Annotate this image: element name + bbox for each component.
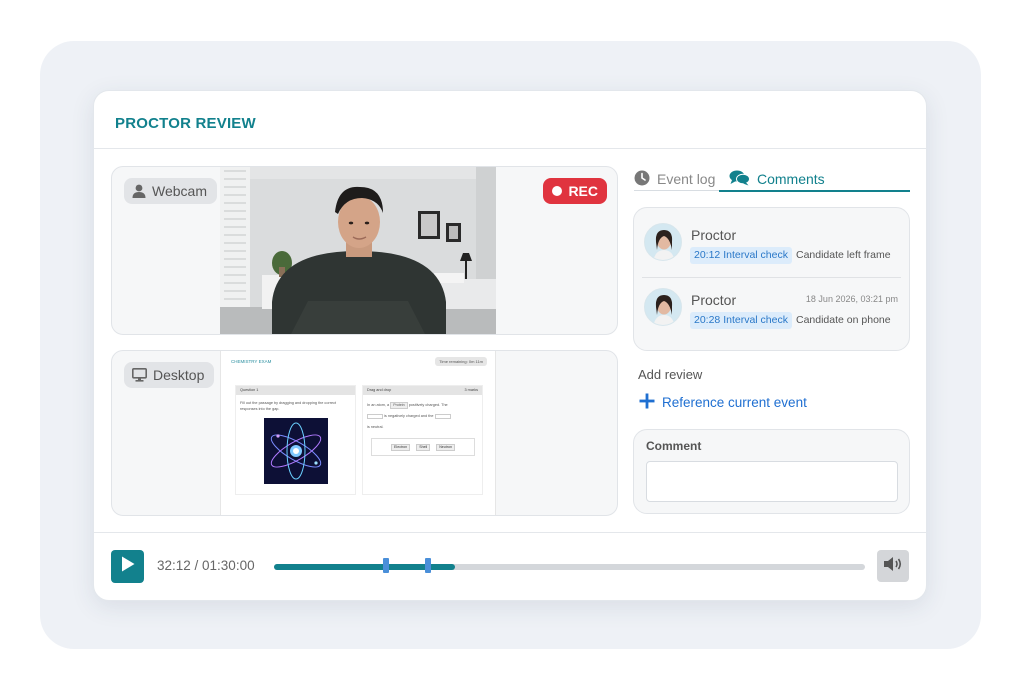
plus-icon bbox=[639, 393, 655, 412]
event-reference-tag[interactable]: 20:28 Interval check bbox=[690, 312, 792, 329]
exam-title: CHEMISTRY EXAM bbox=[231, 359, 272, 364]
webcam-frame-image bbox=[220, 167, 496, 334]
volume-icon bbox=[883, 556, 903, 577]
comment-divider bbox=[642, 277, 901, 278]
passage-part-4: is neutral. bbox=[367, 425, 384, 429]
event-reference-tag[interactable]: 20:12 Interval check bbox=[690, 247, 792, 264]
avatar bbox=[644, 288, 682, 326]
side-tabs: Event log Comments bbox=[634, 167, 910, 192]
desktop-label: Desktop bbox=[153, 367, 205, 383]
timeline-event-marker[interactable] bbox=[424, 558, 431, 573]
tab-comments[interactable]: Comments bbox=[719, 167, 910, 192]
passage-chip[interactable]: Protein bbox=[390, 402, 408, 409]
question-pane: Question 1 Fill out the passage by dragg… bbox=[235, 385, 356, 495]
page-title: PROCTOR REVIEW bbox=[115, 115, 256, 132]
recording-badge: REC bbox=[543, 178, 607, 204]
blank-slot-1[interactable] bbox=[367, 413, 383, 419]
reference-current-event-label: Reference current event bbox=[662, 394, 807, 410]
bank-chip-neutron[interactable]: Neutron bbox=[436, 443, 455, 451]
drag-drop-marks: 3 marks bbox=[464, 388, 478, 392]
desktop-label-pill: Desktop bbox=[124, 362, 215, 388]
exam-timer: Time remaining: 0m 11m bbox=[435, 357, 487, 366]
playback-time: 32:12 / 01:30:00 bbox=[157, 558, 255, 573]
bank-chip-shell[interactable]: Shell bbox=[416, 443, 431, 451]
comment-author: Proctor bbox=[691, 227, 737, 243]
user-icon bbox=[132, 184, 146, 198]
play-icon bbox=[121, 556, 135, 577]
comment-field-label: Comment bbox=[646, 439, 702, 453]
drag-drop-title: Drag and drop bbox=[367, 388, 392, 392]
comment-item[interactable]: Proctor 18 Jun 2026, 03:21 pm 20:28 Inte… bbox=[644, 287, 900, 337]
comments-list: Proctor 20:12 Interval check Candidate l… bbox=[633, 207, 910, 351]
monitor-icon bbox=[132, 368, 147, 382]
comment-text: Candidate on phone bbox=[796, 314, 891, 326]
proctor-review-card: PROCTOR REVIEW Webcam REC CHEMISTRY EXAM… bbox=[93, 90, 927, 601]
bank-chip-electron[interactable]: Electron bbox=[391, 443, 411, 451]
tab-comments-label: Comments bbox=[757, 171, 825, 187]
tab-event-log[interactable]: Event log bbox=[634, 167, 715, 191]
comment-date: 18 Jun 2026, 03:21 pm bbox=[805, 294, 898, 304]
tab-event-log-label: Event log bbox=[657, 171, 716, 187]
comment-item[interactable]: Proctor 20:12 Interval check Candidate l… bbox=[644, 222, 900, 272]
volume-button[interactable] bbox=[877, 550, 909, 582]
passage-part-2: positively charged. The bbox=[408, 403, 448, 407]
blank-slot-2[interactable] bbox=[434, 413, 451, 419]
card-header: PROCTOR REVIEW bbox=[94, 91, 926, 149]
question-text: Fill out the passage by dragging and dro… bbox=[240, 401, 337, 411]
question-header: Question 1 bbox=[236, 386, 355, 395]
comment-form: Comment bbox=[633, 429, 910, 514]
record-dot-icon bbox=[552, 186, 563, 196]
passage-part-1: In an atom, a bbox=[367, 403, 390, 407]
clock-icon bbox=[634, 170, 650, 189]
webcam-panel: Webcam REC bbox=[111, 166, 618, 335]
timeline-scrubber[interactable] bbox=[274, 558, 865, 573]
avatar bbox=[644, 223, 682, 261]
comments-icon bbox=[729, 170, 750, 189]
playback-bar: 32:12 / 01:30:00 bbox=[94, 532, 926, 600]
webcam-video[interactable] bbox=[220, 167, 496, 334]
webcam-label-pill: Webcam bbox=[124, 178, 217, 204]
comment-field[interactable] bbox=[646, 461, 898, 502]
answer-bank: Electron Shell Neutron bbox=[371, 438, 475, 456]
desktop-panel: CHEMISTRY EXAM Time remaining: 0m 11m Qu… bbox=[111, 350, 618, 516]
comment-text: Candidate left frame bbox=[796, 249, 891, 261]
play-button[interactable] bbox=[111, 550, 144, 583]
passage-part-3: is negatively charged and the bbox=[384, 414, 434, 418]
add-review-heading: Add review bbox=[638, 367, 703, 382]
timeline-event-marker[interactable] bbox=[383, 558, 390, 573]
atom-image bbox=[264, 418, 328, 484]
drag-drop-pane: Drag and drop 3 marks In an atom, a Prot… bbox=[362, 385, 483, 495]
desktop-screen-capture[interactable]: CHEMISTRY EXAM Time remaining: 0m 11m Qu… bbox=[220, 351, 496, 515]
webcam-label: Webcam bbox=[152, 183, 207, 199]
comment-author: Proctor bbox=[691, 292, 737, 308]
rec-label: REC bbox=[568, 183, 598, 199]
reference-current-event-button[interactable]: Reference current event bbox=[639, 393, 807, 411]
drag-drop-passage: In an atom, a Protein positively charged… bbox=[363, 395, 482, 438]
drag-drop-header: Drag and drop 3 marks bbox=[363, 386, 482, 395]
